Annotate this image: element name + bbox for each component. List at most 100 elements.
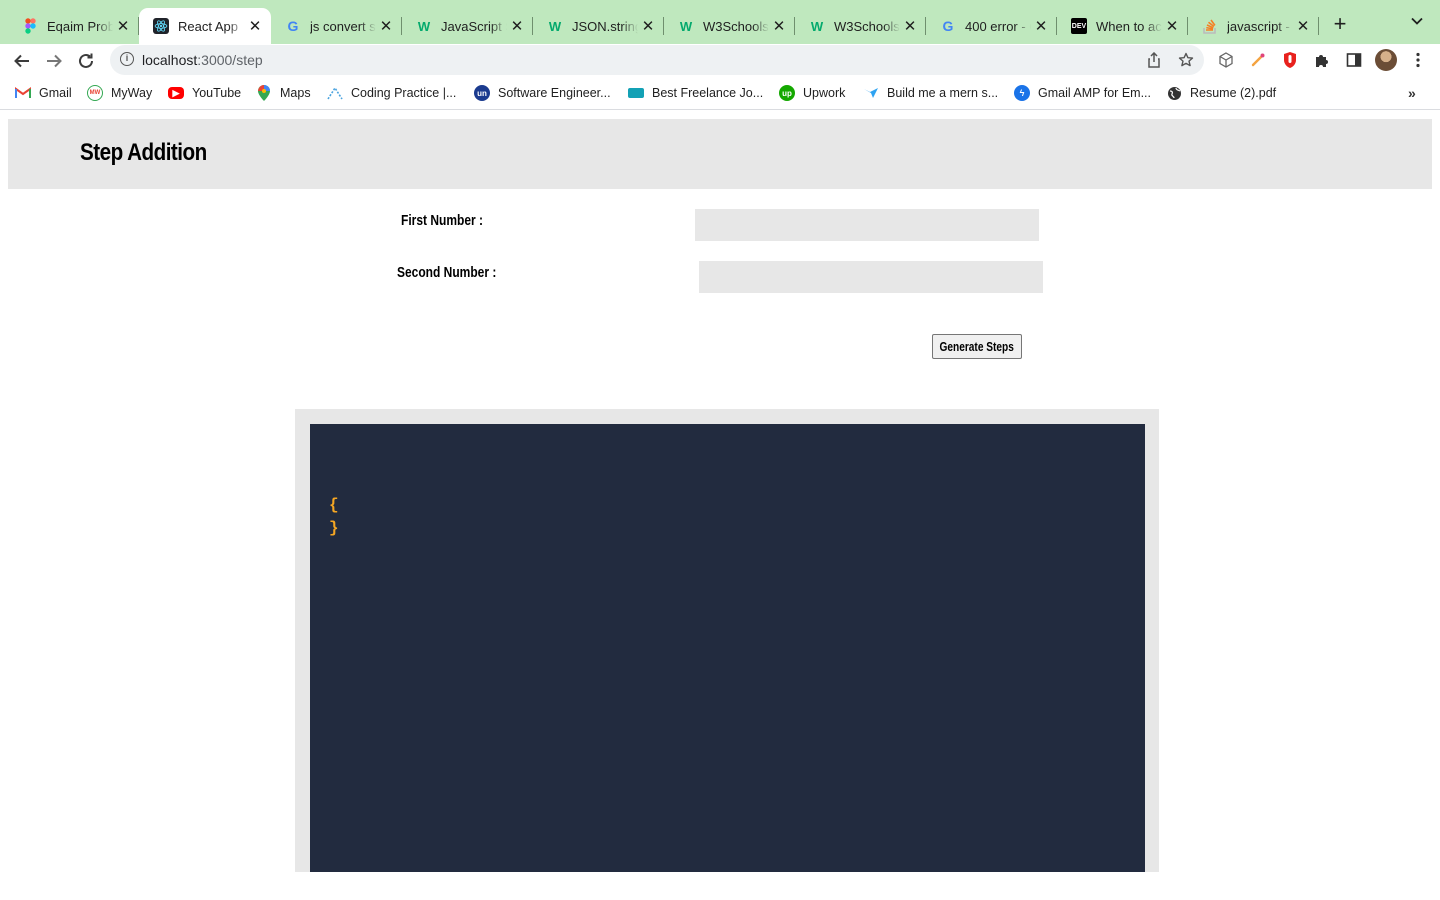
bookmark-label: Best Freelance Jo... — [652, 86, 764, 100]
freelance-icon — [628, 88, 644, 98]
first-number-label: First Number : — [401, 212, 484, 229]
forward-button[interactable] — [41, 48, 67, 74]
side-panel-icon[interactable] — [1344, 50, 1364, 70]
bookmark-upwork[interactable]: up Upwork — [779, 84, 845, 102]
tab-title: javascript - Stack — [1227, 18, 1293, 34]
w3schools-icon: W — [679, 18, 693, 34]
close-icon[interactable]: ✕ — [1162, 17, 1182, 35]
output-panel: { } — [295, 409, 1159, 872]
tab-title: Eqaim Problem — [47, 18, 113, 34]
bookmark-maps[interactable]: Maps — [256, 84, 311, 102]
upwork-icon: up — [779, 85, 795, 101]
dev-icon: DEV — [1071, 18, 1087, 34]
bookmark-label: Upwork — [803, 86, 846, 100]
maps-icon — [256, 85, 272, 101]
generate-steps-label: Generate Steps — [939, 339, 1015, 354]
tab-when-to-actually[interactable]: DEV When to actually ✕ — [1057, 8, 1188, 44]
react-icon — [153, 18, 169, 34]
figma-icon — [22, 18, 38, 34]
bird-icon — [863, 85, 879, 101]
google-icon: G — [287, 18, 299, 34]
color-picker-extension-icon[interactable] — [1248, 50, 1268, 70]
close-icon[interactable]: ✕ — [769, 17, 789, 35]
bookmark-label: Gmail AMP for Em... — [1038, 86, 1151, 100]
un-icon: un — [474, 85, 490, 101]
tab-title: When to actually — [1096, 18, 1162, 34]
bookmark-label: MyWay — [111, 86, 153, 100]
kebab-menu-icon[interactable] — [1408, 50, 1428, 70]
tab-strip: Eqaim Problem ✕ React App ✕ G js convert… — [0, 0, 1440, 44]
bookmark-label: Build me a mern s... — [887, 86, 999, 100]
page-title: Step Addition — [80, 139, 207, 166]
tab-eqaim[interactable]: Eqaim Problem ✕ — [8, 8, 139, 44]
bookmark-software-engineer[interactable]: un Software Engineer... — [474, 84, 611, 102]
close-icon[interactable]: ✕ — [1293, 17, 1313, 35]
reload-icon — [79, 53, 93, 68]
myway-icon: MW — [87, 85, 103, 101]
close-icon[interactable]: ✕ — [245, 17, 265, 35]
close-icon[interactable]: ✕ — [507, 17, 527, 35]
url-text: localhost:3000/step — [142, 52, 263, 68]
url-host: localhost — [142, 52, 198, 68]
bookmark-resume[interactable]: Resume (2).pdf — [1166, 84, 1276, 102]
star-icon[interactable] — [1177, 51, 1195, 69]
tab-title: 400 error - Google — [965, 18, 1031, 34]
youtube-icon: ▶ — [168, 87, 184, 99]
w3schools-icon: W — [417, 18, 431, 34]
close-icon[interactable]: ✕ — [376, 17, 396, 35]
address-bar[interactable]: i localhost:3000/step — [110, 45, 1204, 75]
tab-title: JSON.stringify — [572, 18, 638, 34]
puzzle-extensions-icon[interactable] — [1312, 50, 1332, 70]
tab-title: W3Schools Tryit — [703, 18, 769, 34]
globe-icon — [1166, 85, 1182, 101]
tab-title: JavaScript String — [441, 18, 507, 34]
app-header: Step Addition — [8, 119, 1432, 189]
more-bookmarks-chevron-icon[interactable]: » — [1408, 85, 1416, 101]
tab-title: js convert string — [310, 18, 376, 34]
opera-adblock-icon[interactable] — [1280, 50, 1300, 70]
tab-w3schools-2[interactable]: W W3Schools Tryit ✕ — [795, 8, 926, 44]
share-icon[interactable] — [1145, 51, 1163, 69]
bookmark-youtube[interactable]: ▶ YouTube — [168, 84, 241, 102]
close-icon[interactable]: ✕ — [113, 17, 133, 35]
cube-extension-icon[interactable] — [1216, 50, 1236, 70]
coding-practice-icon — [327, 85, 343, 101]
second-number-input[interactable] — [699, 261, 1043, 293]
site-info-icon[interactable]: i — [120, 52, 134, 66]
tab-javascript-string[interactable]: W JavaScript String ✕ — [402, 8, 533, 44]
bookmark-best-freelance[interactable]: Best Freelance Jo... — [628, 84, 763, 102]
tab-w3schools-1[interactable]: W W3Schools Tryit ✕ — [664, 8, 795, 44]
json-output-text: { } — [329, 496, 339, 537]
google-icon: G — [942, 18, 954, 34]
tab-javascript-stack[interactable]: javascript - Stack ✕ — [1188, 8, 1319, 44]
tab-search-chevron-icon[interactable] — [1407, 14, 1427, 34]
bookmark-label: Software Engineer... — [498, 86, 611, 100]
tab-js-convert[interactable]: G js convert string ✕ — [271, 8, 402, 44]
first-number-input[interactable] — [695, 209, 1039, 241]
bookmark-gmail-amp[interactable]: ϟ Gmail AMP for Em... — [1014, 84, 1151, 102]
new-tab-button[interactable]: + — [1329, 12, 1351, 38]
close-icon[interactable]: ✕ — [638, 17, 658, 35]
tab-400-error[interactable]: G 400 error - Google ✕ — [926, 8, 1057, 44]
tab-title: W3Schools Tryit — [834, 18, 900, 34]
close-icon[interactable]: ✕ — [900, 17, 920, 35]
json-output: { } — [310, 424, 1145, 872]
w3schools-icon: W — [548, 18, 562, 34]
bookmark-coding-practice[interactable]: Coding Practice |... — [327, 84, 456, 102]
tab-react-app[interactable]: React App ✕ — [139, 8, 271, 44]
bookmark-gmail[interactable]: Gmail — [15, 84, 72, 102]
bookmark-myway[interactable]: MW MyWay — [87, 84, 152, 102]
browser-toolbar: i localhost:3000/step — [0, 44, 1440, 77]
generate-steps-button[interactable]: Generate Steps — [932, 334, 1022, 359]
tab-json-stringify[interactable]: W JSON.stringify ✕ — [533, 8, 664, 44]
arrow-right-icon — [47, 54, 62, 68]
bookmark-build-mern[interactable]: Build me a mern s... — [863, 84, 998, 102]
stackoverflow-icon — [1202, 18, 1218, 34]
reload-button[interactable] — [73, 48, 99, 74]
tab-separator — [1318, 17, 1319, 35]
close-icon[interactable]: ✕ — [1031, 17, 1051, 35]
amp-icon: ϟ — [1014, 85, 1030, 101]
bookmark-label: Maps — [280, 86, 311, 100]
profile-avatar[interactable] — [1375, 49, 1397, 71]
back-button[interactable] — [9, 48, 35, 74]
